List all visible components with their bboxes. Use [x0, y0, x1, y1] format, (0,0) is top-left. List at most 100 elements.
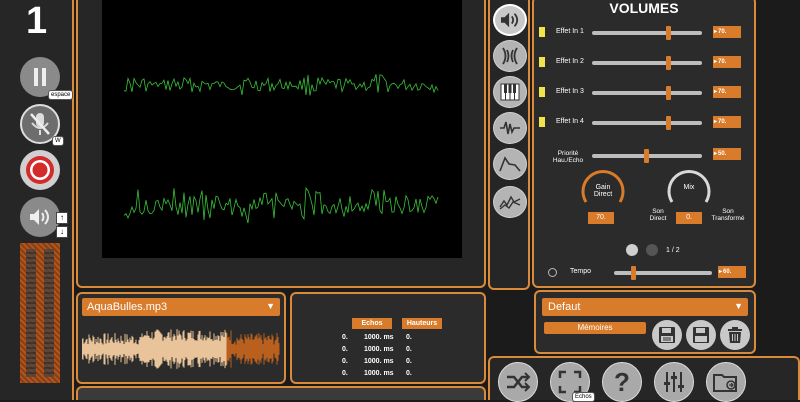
level-meter: [20, 243, 60, 383]
echo-gain[interactable]: 0.: [342, 370, 348, 377]
level-meter-left: [26, 249, 36, 377]
pause-icon: [34, 68, 46, 86]
tab-keyboard[interactable]: [493, 76, 527, 108]
file-select[interactable]: AquaBulles.mp3 ▼: [82, 298, 280, 316]
speaker-icon: [501, 12, 519, 28]
mix-value[interactable]: 0.: [676, 212, 702, 224]
effect-led: [539, 87, 545, 97]
oscilloscope-display: [102, 0, 462, 258]
echo-gain[interactable]: 0.: [342, 358, 348, 365]
effect-slider-thumb[interactable]: [666, 56, 671, 70]
echo-delay[interactable]: 1000. ms: [364, 358, 394, 365]
preset-select[interactable]: Defaut ▼: [542, 298, 748, 316]
waveform-top: [123, 74, 439, 96]
monitor-volume-button[interactable]: [20, 197, 60, 237]
effect-value[interactable]: 70.: [713, 26, 741, 38]
tempo-slider[interactable]: [614, 266, 712, 280]
echo-delay[interactable]: 1000. ms: [364, 346, 394, 353]
help-button[interactable]: ?: [602, 362, 642, 402]
echo-gain[interactable]: 0.: [342, 334, 348, 341]
priority-label: Priorité Hau./Echo: [552, 150, 584, 164]
effect-slider[interactable]: [592, 86, 702, 100]
mute-shortcut-tag: W: [52, 136, 64, 146]
mixer-button[interactable]: [654, 362, 694, 402]
folder-icon: [713, 374, 737, 392]
level-meter-right: [44, 249, 54, 377]
echo-pitch[interactable]: 0.: [406, 370, 412, 377]
tab-waveform[interactable]: [493, 112, 527, 144]
presets-panel: Defaut ▼ Mémoires: [534, 290, 756, 354]
mix-label: Mix: [683, 184, 695, 191]
tempo-toggle[interactable]: [548, 268, 557, 277]
fullscreen-tooltip: Echos: [572, 392, 595, 402]
effect-led: [539, 117, 545, 127]
fullscreen-icon: [558, 370, 582, 394]
effect-slider-thumb[interactable]: [666, 86, 671, 100]
spectrum-icon: [499, 195, 521, 210]
file-waveform[interactable]: [82, 324, 280, 374]
effect-slider-thumb[interactable]: [666, 116, 671, 130]
tab-envelope[interactable]: [493, 148, 527, 180]
echo-pitch[interactable]: 0.: [406, 358, 412, 365]
sliders-icon: [664, 372, 684, 392]
echo-gain[interactable]: 0.: [342, 346, 348, 353]
routing-button[interactable]: [498, 362, 538, 402]
bottom-bar: [76, 386, 486, 400]
volumes-panel: VOLUMES Effet In 1 70. Effet In 2 70. Ef…: [532, 0, 756, 288]
scope-panel: [76, 0, 486, 288]
son-transforme-label: Son Transformé: [711, 208, 745, 222]
shuffle-icon: [507, 372, 531, 392]
waveform-bottom: [123, 186, 439, 224]
effect-slider-thumb[interactable]: [666, 26, 671, 40]
effect-led: [539, 27, 545, 37]
page-dot-1[interactable]: [626, 244, 638, 256]
memories-button[interactable]: Mémoires: [544, 322, 646, 334]
priority-value[interactable]: 50.: [713, 148, 741, 160]
effect-value[interactable]: 70.: [713, 116, 741, 128]
effect-slider[interactable]: [592, 56, 702, 70]
envelope-icon: [499, 156, 521, 172]
tempo-value[interactable]: 60.: [718, 266, 746, 278]
save-button[interactable]: [686, 320, 716, 350]
save-as-button[interactable]: [652, 320, 682, 350]
effect-label: Effet In 1: [556, 28, 584, 35]
volume-up-button[interactable]: ↑: [56, 212, 68, 224]
page-dot-2[interactable]: [646, 244, 658, 256]
volume-down-button[interactable]: ↓: [56, 226, 68, 238]
priority-slider[interactable]: [592, 149, 702, 163]
effect-slider[interactable]: [592, 116, 702, 130]
open-folder-button[interactable]: [706, 362, 746, 402]
effect-label: Effet In 4: [556, 118, 584, 125]
effect-label: Effet In 3: [556, 88, 584, 95]
record-button[interactable]: [20, 150, 60, 190]
son-direct-label: Son Direct: [649, 208, 667, 222]
echo-delay[interactable]: 1000. ms: [364, 334, 394, 341]
tempo-slider-thumb[interactable]: [631, 266, 636, 280]
trash-icon: [728, 327, 742, 343]
hauteurs-header: Hauteurs: [402, 318, 442, 329]
effect-value[interactable]: 70.: [713, 56, 741, 68]
tab-echo[interactable]: [493, 40, 527, 72]
gain-direct-value[interactable]: 70.: [588, 212, 614, 224]
page-indicator: 1 / 2: [666, 247, 680, 254]
effect-value[interactable]: 70.: [713, 86, 741, 98]
volumes-title: VOLUMES: [609, 0, 679, 16]
priority-slider-thumb[interactable]: [644, 149, 649, 163]
echo-delay[interactable]: 1000. ms: [364, 370, 394, 377]
pause-shortcut-tag: espace: [48, 90, 74, 100]
echo-pitch[interactable]: 0.: [406, 334, 412, 341]
echo-pitch[interactable]: 0.: [406, 346, 412, 353]
tab-volumes[interactable]: [493, 4, 527, 36]
left-strip: 1 espace W ↑ ↓: [0, 0, 74, 400]
chevron-down-icon: ▼: [734, 301, 743, 311]
effect-label: Effet In 2: [556, 58, 584, 65]
effect-slider[interactable]: [592, 26, 702, 40]
track-number: 1: [26, 0, 48, 42]
waveform-icon: [500, 121, 520, 135]
delete-button[interactable]: [720, 320, 750, 350]
file-panel: AquaBulles.mp3 ▼: [76, 292, 286, 384]
chevron-down-icon: ▼: [266, 301, 275, 311]
tab-spectrum[interactable]: [493, 186, 527, 218]
record-icon: [26, 156, 54, 184]
save-as-icon: [659, 327, 675, 343]
